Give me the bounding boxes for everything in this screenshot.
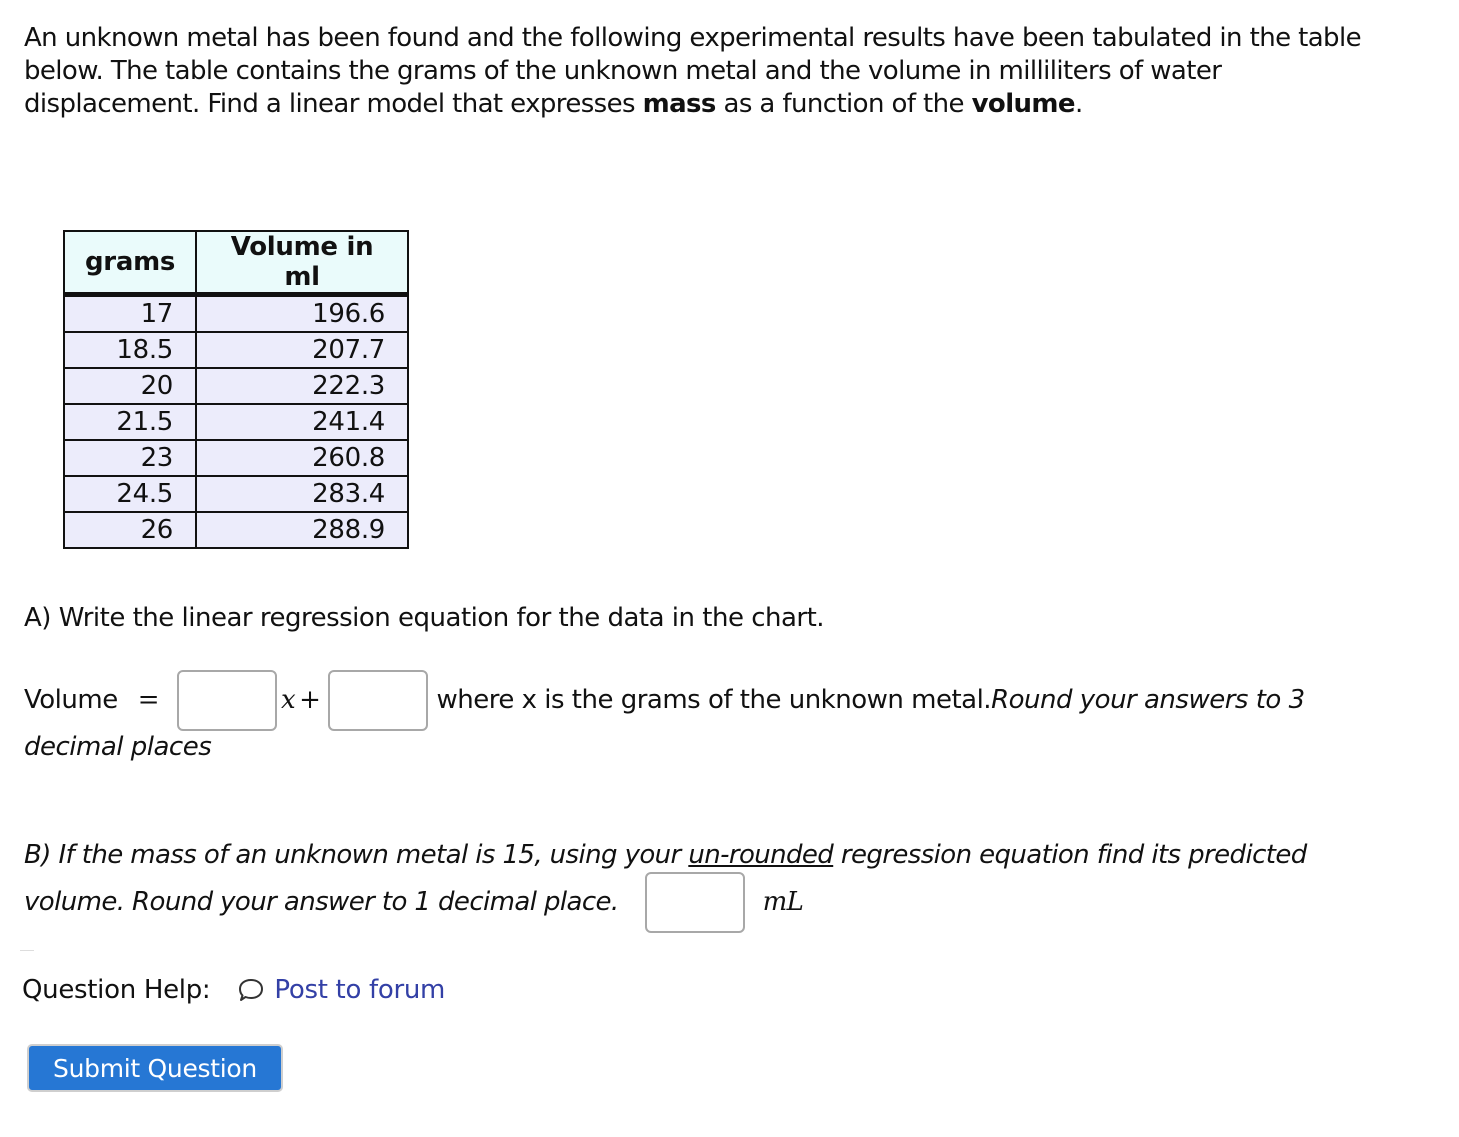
unit-label: mL [762, 887, 804, 917]
speech-bubble-icon [236, 975, 266, 1005]
where-text: where x is the grams of the unknown meta… [436, 685, 992, 715]
table-row: 24.5 283.4 [62, 475, 410, 513]
part-b-line2: volume. Round your answer to 1 decimal p… [24, 887, 619, 917]
cell-volume: 260.8 [195, 439, 410, 477]
post-to-forum-link[interactable]: Post to forum [274, 975, 445, 1005]
cell-grams: 24.5 [62, 475, 198, 513]
question-help-label: Question Help: [22, 975, 211, 1005]
question-help: Question Help: Post to forum [22, 975, 445, 1005]
table-row: 21.5 241.4 [62, 403, 410, 441]
part-b-underlined: un-rounded [688, 840, 834, 870]
cell-volume: 283.4 [195, 475, 410, 513]
data-table: grams Volume in ml 17 196.6 18.5 207.7 20 2… [62, 230, 410, 549]
part-b-answer-row: volume. Round your answer to 1 decimal p… [24, 871, 804, 933]
cell-volume: 196.6 [195, 293, 410, 333]
equals-sign: = [137, 685, 160, 715]
table-row: 23 260.8 [62, 439, 410, 477]
intro-text-end: . [1074, 89, 1083, 119]
cell-volume: 222.3 [195, 367, 410, 405]
regression-equation: Volume = x + where x is the grams of the… [24, 669, 1305, 731]
slope-input[interactable] [177, 669, 277, 731]
cell-grams: 18.5 [62, 331, 198, 369]
problem-statement: An unknown metal has been found and the … [24, 22, 1404, 121]
intro-bold-mass: mass [642, 89, 717, 119]
equation-lhs: Volume [24, 685, 118, 715]
header-grams: grams [62, 230, 198, 297]
intercept-input[interactable] [328, 669, 429, 731]
cell-grams: 20 [62, 367, 198, 405]
cell-volume: 207.7 [195, 331, 410, 369]
part-b-text-start: B) If the mass of an unknown metal is 15… [24, 840, 689, 870]
cell-grams: 23 [62, 439, 198, 477]
x-variable: x [281, 685, 296, 715]
header-volume: Volume in ml [195, 230, 410, 297]
table-row: 26 288.9 [62, 511, 410, 549]
intro-bold-volume: volume [971, 89, 1076, 119]
table-row: 17 196.6 [62, 293, 410, 333]
plus-sign: + [299, 685, 321, 715]
cell-volume: 288.9 [195, 511, 410, 549]
cell-grams: 26 [62, 511, 198, 549]
part-a-prompt: A) Write the linear regression equation … [24, 603, 825, 633]
part-b-prompt: B) If the mass of an unknown metal is 15… [24, 838, 1307, 872]
intro-text-middle: as a function of the [715, 89, 972, 119]
part-b-text-end: regression equation find its predicted [833, 840, 1307, 870]
cell-grams: 17 [62, 293, 198, 333]
table-row: 20 222.3 [62, 367, 410, 405]
table-row: 18.5 207.7 [62, 331, 410, 369]
rounding-instruction-cont: decimal places [24, 732, 212, 762]
cell-grams: 21.5 [62, 403, 198, 441]
cell-volume: 241.4 [195, 403, 410, 441]
submit-question-button[interactable]: Submit Question [27, 1044, 283, 1092]
rounding-instruction: Round your answers to 3 [991, 685, 1305, 715]
table-header-row: grams Volume in ml [62, 230, 410, 297]
divider [20, 950, 34, 951]
predicted-volume-input[interactable] [644, 871, 745, 933]
